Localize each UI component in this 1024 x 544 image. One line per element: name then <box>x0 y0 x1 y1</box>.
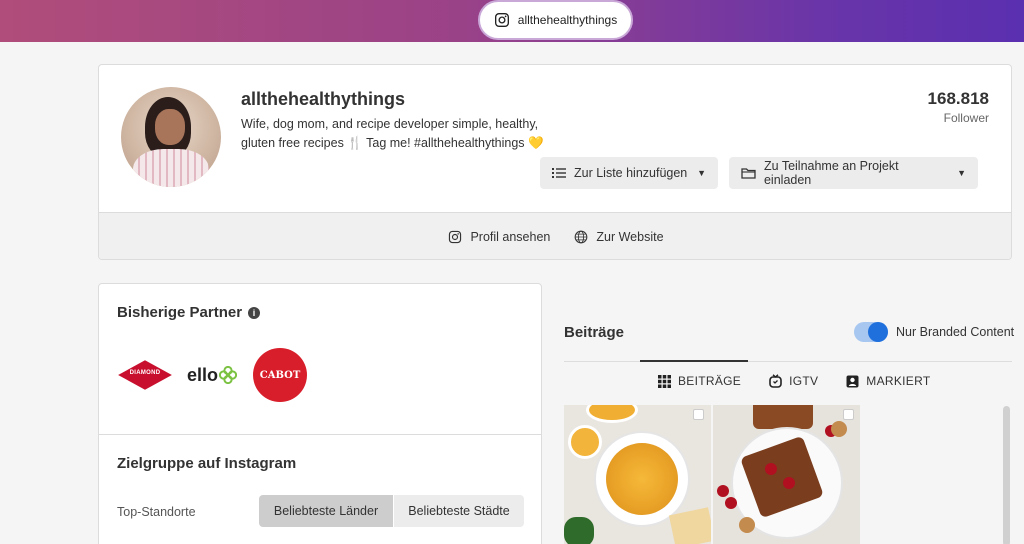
post-select-checkbox[interactable] <box>843 409 854 420</box>
partner-logos: DIAMOND ello CABOT <box>118 348 308 402</box>
list-icon <box>552 168 566 178</box>
invite-to-project-button[interactable]: Zu Teilnahme an Projekt einladen ▼ <box>729 157 978 189</box>
tab-tagged-label: MARKIERT <box>866 374 931 388</box>
caret-down-icon: ▼ <box>957 168 966 178</box>
partner-logo-diamond: DIAMOND <box>118 360 172 390</box>
post-thumbnail[interactable] <box>564 405 711 544</box>
profile-name: allthehealthythings <box>241 89 406 109</box>
tab-top-cities[interactable]: Beliebteste Städte <box>394 495 524 527</box>
view-profile-label: Profil ansehen <box>470 230 551 244</box>
branded-content-toggle[interactable] <box>854 322 888 342</box>
account-handle: allthehealthythings <box>517 13 618 27</box>
top-bar: allthehealthythings <box>0 0 1024 42</box>
posts-title: Beiträge <box>564 324 625 341</box>
branded-content-label: Nur Branded Content <box>896 325 1015 339</box>
section-divider <box>99 434 541 435</box>
followers-label: Follower <box>943 111 989 125</box>
top-locations-label: Top-Standorte <box>117 505 196 519</box>
instagram-icon <box>449 230 462 244</box>
partner-logo-cabot: CABOT <box>253 348 308 402</box>
active-tab-indicator <box>640 360 748 362</box>
add-to-list-label: Zur Liste hinzufügen <box>574 166 688 180</box>
partners-title: Bisherige Partner <box>117 304 243 321</box>
posts-scrollbar[interactable] <box>1003 406 1010 544</box>
followers-count: 168.818 <box>927 89 989 108</box>
grid-icon <box>658 374 671 388</box>
tab-igtv[interactable]: IGTV <box>769 374 818 388</box>
tab-igtv-label: IGTV <box>789 374 819 388</box>
info-icon[interactable]: i <box>248 306 261 319</box>
tab-posts-label: BEITRÄGE <box>678 374 742 388</box>
tab-top-countries[interactable]: Beliebteste Länder <box>259 495 393 527</box>
profile-card: allthehealthythings Wife, dog mom, and r… <box>98 64 1012 260</box>
posts-divider <box>564 361 1012 362</box>
add-to-list-button[interactable]: Zur Liste hinzufügen ▼ <box>540 157 718 189</box>
folder-icon <box>741 168 756 179</box>
globe-icon <box>575 230 588 244</box>
partners-card: Bisherige Partner i DIAMOND ello CABOT Z… <box>98 283 542 544</box>
instagram-icon <box>494 13 509 27</box>
posts-tabs: BEITRÄGE IGTV MARKIERT <box>658 374 930 388</box>
website-link[interactable]: Zur Website <box>574 230 664 244</box>
account-handle-pill[interactable]: allthehealthythings <box>478 0 633 40</box>
tagged-icon <box>846 375 859 387</box>
post-select-checkbox[interactable] <box>693 409 704 420</box>
partners-title-row: Bisherige Partner i <box>117 304 261 321</box>
tab-tagged[interactable]: MARKIERT <box>846 374 930 388</box>
profile-bio: Wife, dog mom, and recipe developer simp… <box>241 117 544 150</box>
view-profile-link[interactable]: Profil ansehen <box>448 230 550 244</box>
avatar <box>121 87 221 187</box>
igtv-icon <box>769 374 782 388</box>
audience-title: Zielgruppe auf Instagram <box>117 455 297 472</box>
invite-to-project-label: Zu Teilnahme an Projekt einladen <box>763 159 899 187</box>
post-thumbnail[interactable] <box>713 405 860 544</box>
caret-down-icon: ▼ <box>697 168 706 178</box>
website-label: Zur Website <box>596 230 664 244</box>
ello-leaf-icon <box>219 366 238 384</box>
tab-posts[interactable]: BEITRÄGE <box>658 374 741 388</box>
profile-footer: Profil ansehen Zur Website <box>99 212 1011 259</box>
branded-content-toggle-row: Nur Branded Content <box>854 322 1014 342</box>
partner-logo-ello: ello <box>187 365 238 386</box>
